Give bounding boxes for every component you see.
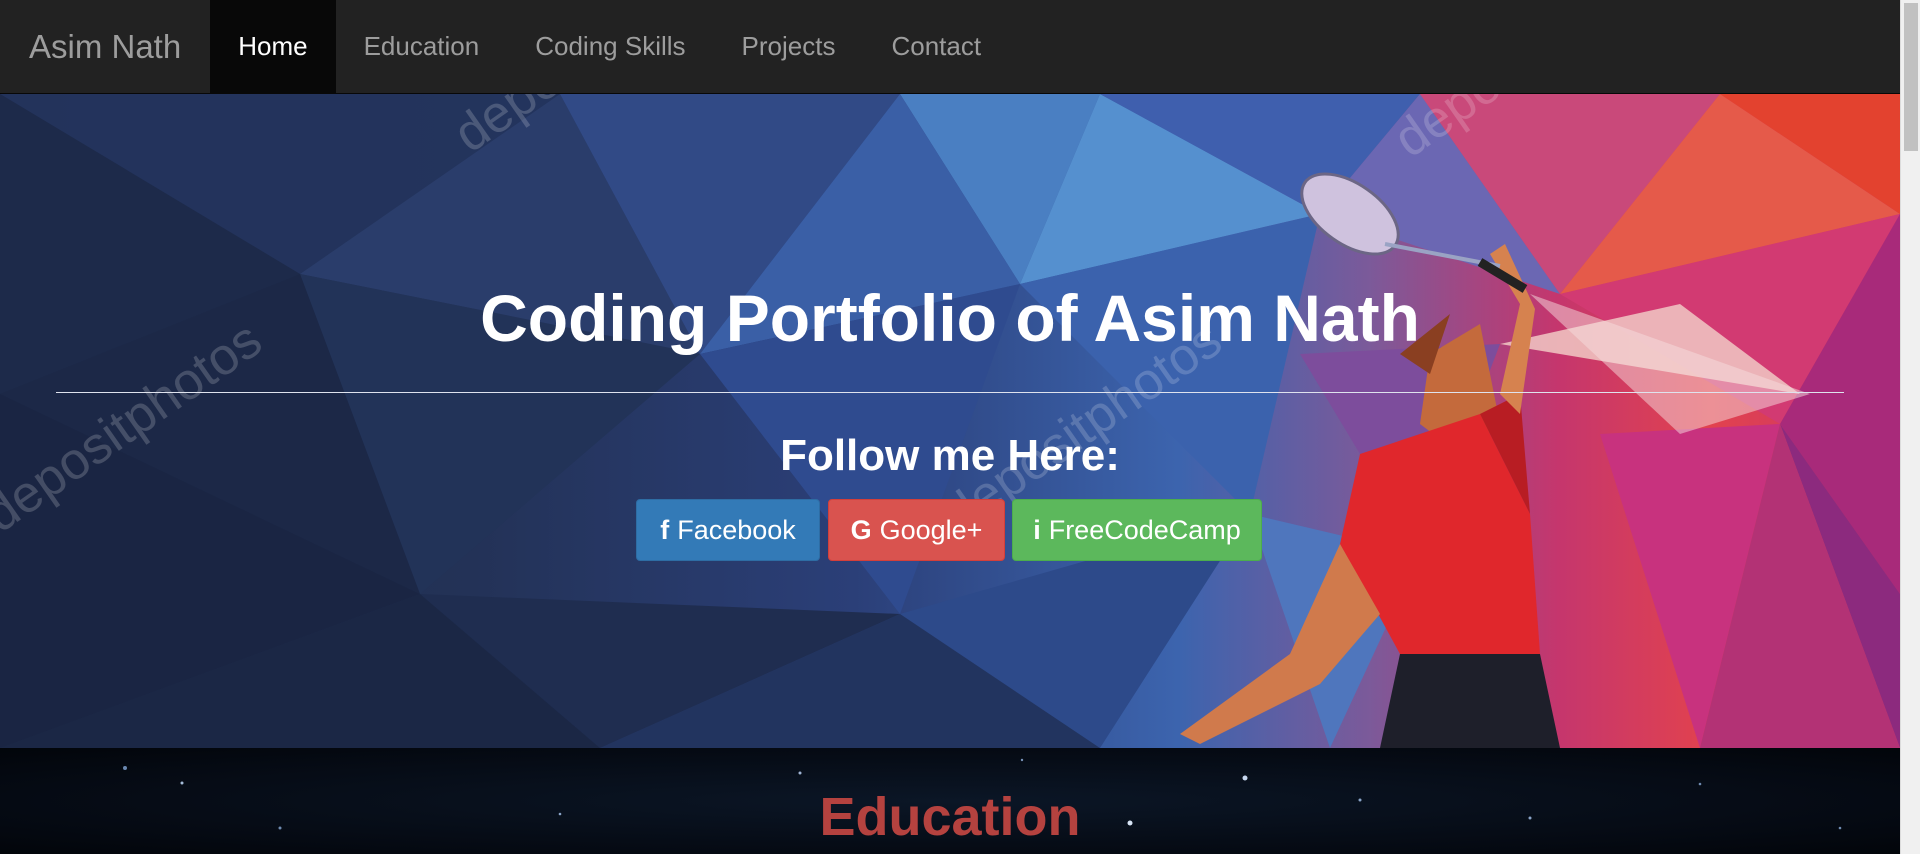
facebook-icon: f: [660, 514, 670, 545]
top-navbar: Asim Nath Home Education Coding Skills P…: [0, 0, 1900, 94]
google-plus-label: Google+: [879, 514, 983, 545]
google-plus-icon: G: [850, 514, 872, 545]
hero-divider: [56, 392, 1844, 393]
nav-item-contact[interactable]: Contact: [863, 0, 1009, 93]
page-scrollbar[interactable]: [1900, 0, 1920, 854]
info-icon: i: [1033, 514, 1041, 545]
freecodecamp-label: FreeCodeCamp: [1048, 514, 1241, 545]
hero-title: Coding Portfolio of Asim Nath: [480, 281, 1420, 355]
google-plus-button[interactable]: G Google+: [828, 499, 1005, 561]
facebook-button[interactable]: f Facebook: [636, 499, 820, 561]
navbar-brand[interactable]: Asim Nath: [0, 0, 210, 93]
follow-label: Follow me Here:: [780, 431, 1120, 480]
freecodecamp-button[interactable]: i FreeCodeCamp: [1012, 499, 1262, 561]
nav-item-education[interactable]: Education: [336, 0, 508, 93]
hero-background-illustration: depositphotos depositphotos depositphoto…: [0, 94, 1900, 748]
hero-section: depositphotos depositphotos depositphoto…: [0, 94, 1900, 748]
education-heading: Education: [819, 787, 1081, 847]
facebook-label: Facebook: [677, 514, 796, 545]
education-section: Education: [0, 748, 1900, 854]
nav-item-projects[interactable]: Projects: [714, 0, 864, 93]
scrollbar-thumb[interactable]: [1904, 3, 1918, 151]
nav-item-coding-skills[interactable]: Coding Skills: [507, 0, 713, 93]
nav-item-home[interactable]: Home: [210, 0, 336, 93]
